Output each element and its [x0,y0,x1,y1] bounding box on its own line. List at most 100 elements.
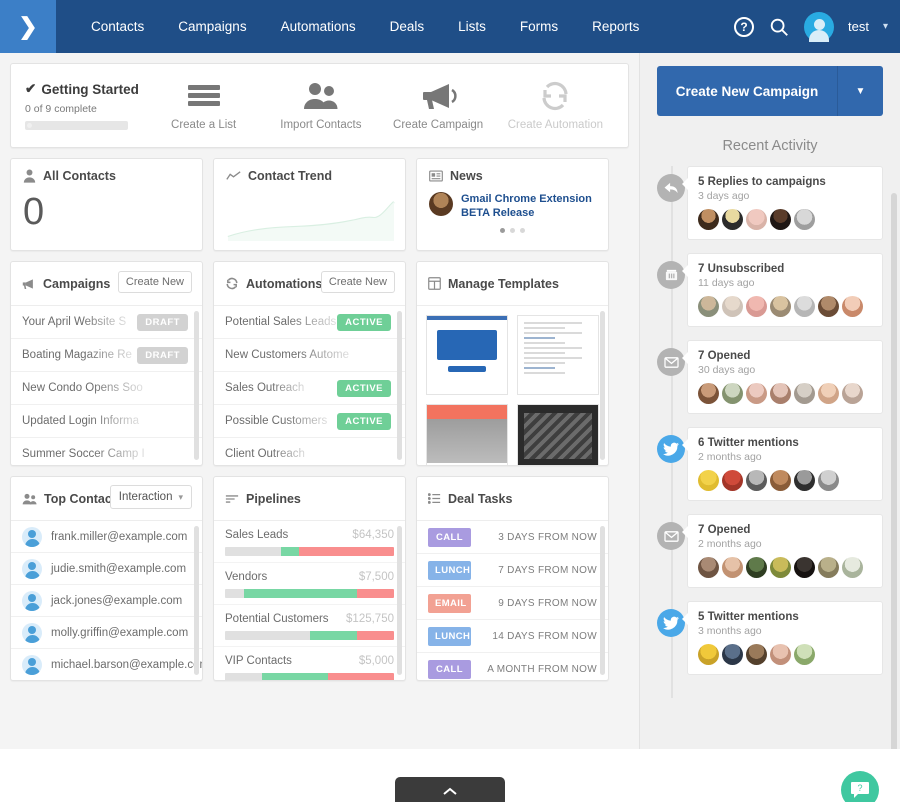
list-item[interactable]: LUNCH 14 DAYS FROM NOW [417,620,608,653]
scrollbar[interactable] [600,311,605,460]
list-item[interactable]: CALL 3 DAYS FROM NOW [417,521,608,554]
nav-item-reports[interactable]: Reports [575,0,656,53]
news-item[interactable]: Gmail Chrome Extension BETA Release [429,192,596,221]
list-item[interactable]: Updated Login Informa [11,405,202,438]
contact-email: frank.miller@example.com [51,530,188,543]
avatar [22,654,42,675]
avatar [770,644,791,665]
list-item[interactable]: jack.jones@example.com [11,585,202,617]
activity-event[interactable]: 5 Twitter mentions 3 months ago [657,601,883,675]
search-icon[interactable] [768,16,790,38]
avatar [698,296,719,317]
nav-item-campaigns[interactable]: Campaigns [161,0,263,53]
activity-event[interactable]: 5 Replies to campaigns 3 days ago [657,166,883,240]
avatar[interactable] [804,11,834,42]
contact-trend-header: Contact Trend [226,169,393,183]
templates-column: Manage Templates [416,261,609,466]
template-thumbnail-4[interactable] [517,404,599,465]
activity-time: 2 months ago [698,451,762,463]
list-item[interactable]: Sales Outreach ACTIVE [214,372,405,405]
list-item[interactable]: New Condo Opens Soo [11,372,202,405]
nav-item-lists[interactable]: Lists [441,0,503,53]
template-thumbnail-1[interactable] [426,315,508,395]
interaction-filter-dropdown[interactable]: Interaction ▾ [109,485,192,509]
nav-item-automations[interactable]: Automations [264,0,373,53]
list-item[interactable]: Boating Magazine Re DRAFT [11,339,202,372]
chevron-down-icon: ▾ [178,491,183,502]
nav-item-contacts[interactable]: Contacts [74,0,161,53]
news-column: News Gmail Chrome Extension BETA Release [416,158,609,251]
activity-event[interactable]: 7 Unsubscribed 11 days ago [657,253,883,327]
envelope-icon [657,522,685,550]
activity-event[interactable]: 7 Opened 30 days ago [657,340,883,414]
gs-step-create-automation[interactable]: Create Automation [497,80,614,131]
list-item[interactable]: Possible Customers ACTIVE [214,405,405,438]
template-thumbnail-2[interactable] [517,315,599,395]
sidebar-vertical-scrollbar[interactable] [891,193,897,780]
list-item[interactable]: Client Outreach [214,438,405,465]
avatar [842,296,863,317]
scrollbar[interactable] [397,311,402,460]
pipeline-bar [225,673,394,680]
list-item[interactable]: CALL A MONTH FROM NOW [417,653,608,680]
pipeline-name: Potential Customers [225,613,329,625]
avatar [770,296,791,317]
carousel-dot[interactable] [510,227,515,233]
chevron-down-icon[interactable]: ▼ [837,66,883,116]
news-card: News Gmail Chrome Extension BETA Release [416,158,609,251]
automation-name: Possible Customers [225,415,328,427]
campaigns-create-new-button[interactable]: Create New [117,271,192,293]
help-chat-button[interactable]: ? [841,771,879,802]
nav-right-tools: ? test ▾ [734,11,888,42]
task-due-label: 14 DAYS FROM NOW [492,630,597,642]
gs-step-import-contacts[interactable]: Import Contacts [262,80,379,131]
all-contacts-count: 0 [23,191,45,233]
activity-event[interactable]: 7 Opened 2 months ago [657,514,883,588]
automations-create-new-button[interactable]: Create New [320,271,395,293]
scrollbar[interactable] [194,526,199,675]
activity-avatars [698,644,872,665]
list-item[interactable]: Sales Leads $64,350 [214,521,405,563]
activity-event[interactable]: 6 Twitter mentions 2 months ago [657,427,883,501]
carousel-dot[interactable] [520,227,525,233]
activity-time: 3 days ago [698,190,750,202]
list-item[interactable]: michael.barson@example.com [11,649,202,680]
nav-item-deals[interactable]: Deals [373,0,442,53]
create-new-campaign-button[interactable]: Create New Campaign ▼ [657,66,883,116]
scrollbar[interactable] [600,526,605,675]
two-people-icon [22,493,37,504]
chevron-down-icon[interactable]: ▾ [883,21,888,32]
list-item[interactable]: Summer Soccer Camp I [11,438,202,465]
list-item[interactable]: judie.smith@example.com [11,553,202,585]
campaigns-column: Campaigns Create New Your April Website … [10,261,203,466]
nav-item-forms[interactable]: Forms [503,0,575,53]
list-item[interactable]: VIP Contacts $5,000 [214,647,405,680]
task-type-badge: EMAIL [428,593,471,613]
main-nav-items: Contacts Campaigns Automations Deals Lis… [74,0,656,53]
activity-avatars [698,383,872,404]
list-item[interactable]: Potential Sales Leads ACTIVE [214,306,405,339]
question-circle-icon[interactable]: ? [734,16,754,37]
activity-time: 3 months ago [698,625,762,637]
avatar [842,557,863,578]
activity-title: 5 Replies to campaigns [698,176,826,188]
scrollbar[interactable] [397,526,402,675]
list-item[interactable]: LUNCH 7 DAYS FROM NOW [417,554,608,587]
news-headline-link[interactable]: Gmail Chrome Extension BETA Release [461,192,596,221]
list-item[interactable]: molly.griffin@example.com [11,617,202,649]
list-item[interactable]: Vendors $7,500 [214,563,405,605]
bottom-drawer-toggle[interactable] [395,777,505,802]
list-item[interactable]: Potential Customers $125,750 [214,605,405,647]
pipeline-amount: $7,500 [358,571,394,583]
list-item[interactable]: Your April Website S DRAFT [11,306,202,339]
scrollbar[interactable] [194,311,199,460]
list-item[interactable]: EMAIL 9 DAYS FROM NOW [417,587,608,620]
app-logo[interactable]: ❯ [0,0,56,53]
carousel-dot[interactable] [500,227,505,233]
template-thumbnail-3[interactable] [426,404,508,465]
megaphone-icon [22,278,33,289]
list-item[interactable]: frank.miller@example.com [11,521,202,553]
list-item[interactable]: New Customers Autome [214,339,405,372]
gs-step-create-campaign[interactable]: Create Campaign [380,80,497,131]
gs-step-create-a-list[interactable]: Create a List [145,80,262,131]
